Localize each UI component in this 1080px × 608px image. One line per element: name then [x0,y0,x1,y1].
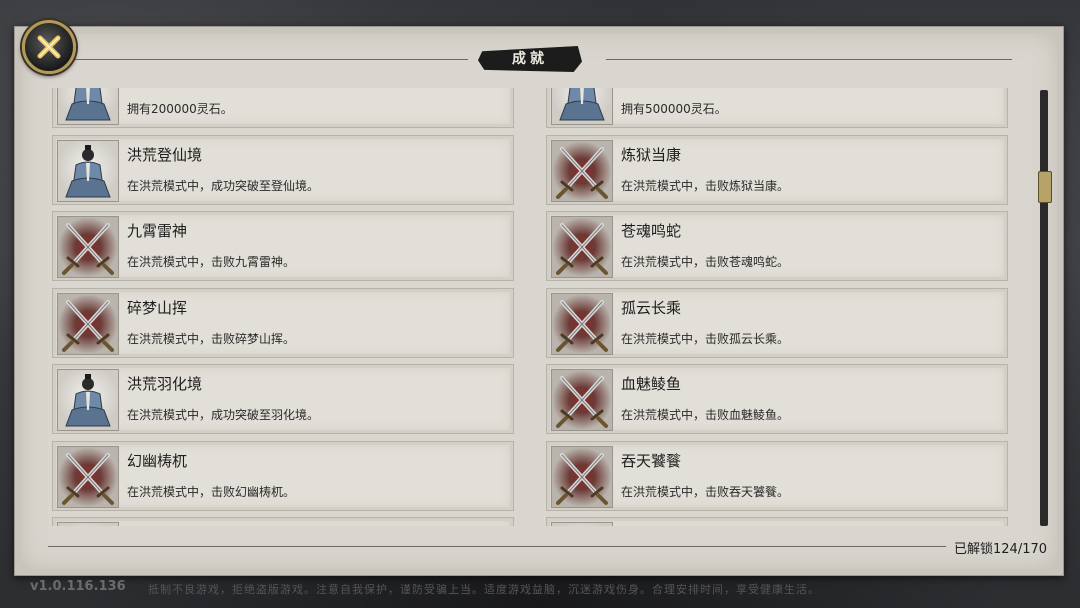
achievement-card-left-3[interactable]: 碎梦山挥在洪荒模式中，击败碎梦山挥。 [52,287,514,358]
close-button[interactable] [22,20,76,74]
achievement-description: 在洪荒模式中，成功突破至登仙境。 [127,178,320,193]
achievement-card-right-2[interactable]: 苍魂鸣蛇在洪荒模式中，击败苍魂鸣蛇。 [546,211,1008,281]
achievement-column-right: 拥有500000灵石。 炼狱当康 在洪荒模式中，击败炼狱当康。 苍魂鸣蛇 在洪荒模式… [546,88,1008,526]
version-label: v1.0.116.136 [30,579,126,594]
cultivator-portrait-icon [57,369,119,431]
achievement-description: 在洪荒模式中，击败碎梦山挥。 [127,331,296,346]
achievement-title: 洪荒羽化境 [127,375,203,393]
achievement-card-left-6[interactable]: 桀骜不驯 [52,517,514,526]
crossed-swords-icon [57,216,119,278]
achievement-title: 幻幽梼杌 [127,451,188,470]
achievement-title: 洪荒登仙境 [127,145,203,164]
crossed-swords-icon [551,445,613,508]
achievement-title: 碎梦山挥 [127,298,188,317]
achievement-card-left-2[interactable]: 九霄雷神在洪荒模式中，击败九霄雷神。 [52,211,514,281]
achievement-card-right-3[interactable]: 孤云长乘在洪荒模式中，击败孤云长乘。 [546,287,1008,358]
crossed-swords-icon [551,369,613,431]
achievement-description: 在洪荒模式中，击败苍魂鸣蛇。 [621,255,790,269]
crossed-swords-icon [57,292,119,355]
crossed-swords-icon [551,292,613,355]
crossed-swords-icon [551,216,613,278]
title-divider-left [68,59,468,60]
achievement-title: 炼狱当康 [621,145,682,164]
health-notice: 抵制不良游戏，拒绝盗版游戏。注意自我保护，谨防受骗上当。适度游戏益脑，沉迷游戏伤… [148,583,820,596]
achievement-column-left: 拥有200000灵石。 洪荒登仙境 在洪荒模式中，成功突破至登仙境。 九霄雷神 在洪… [52,88,514,526]
achievement-description: 在洪荒模式中，击败孤云长乘。 [621,331,790,346]
achievement-title: 血魅鲮鱼 [621,375,682,393]
achievement-description: 在洪荒模式中，成功突破至羽化境。 [127,408,320,422]
achievement-card-left-1[interactable]: 洪荒登仙境在洪荒模式中，成功突破至登仙境。 [52,134,514,205]
cultivator-portrait-icon [57,88,119,125]
cultivator-portrait-icon [551,522,613,526]
scrollbar-thumb[interactable] [1038,171,1052,204]
achievement-description: 在洪荒模式中，击败幻幽梼杌。 [127,484,296,499]
achievement-card-right-4[interactable]: 血魅鲮鱼在洪荒模式中，击败血魅鲮鱼。 [546,364,1008,434]
achievement-card-right-6[interactable]: 仙路坦途 [546,517,1008,526]
achievement-card-left-5[interactable]: 幻幽梼杌在洪荒模式中，击败幻幽梼杌。 [52,440,514,511]
achievement-card-left-4[interactable]: 洪荒羽化境在洪荒模式中，成功突破至羽化境。 [52,364,514,434]
achievement-title: 苍魂鸣蛇 [621,222,682,240]
title-divider-right [606,59,1012,60]
achievement-card-left-0[interactable]: 拥有200000灵石。 [52,88,514,128]
scrollbar-track[interactable] [1040,90,1048,526]
achievement-title: 吞天饕餮 [621,451,682,470]
achievement-description: 在洪荒模式中，击败血魅鲮鱼。 [621,408,790,422]
achievement-description: 在洪荒模式中，击败吞天饕餮。 [621,484,790,499]
crossed-swords-icon [57,445,119,508]
achievement-card-right-5[interactable]: 吞天饕餮在洪荒模式中，击败吞天饕餮。 [546,440,1008,511]
cultivator-portrait-icon [551,88,613,125]
achievement-title: 九霄雷神 [127,222,188,240]
crossed-swords-icon [551,139,613,202]
achievement-description: 在洪荒模式中，击败九霄雷神。 [127,255,296,269]
footer-divider [48,546,946,547]
achievement-title: 孤云长乘 [621,298,682,317]
achievement-description: 拥有200000灵石。 [127,102,233,116]
unlock-progress: 已解锁124/170 [954,542,1048,557]
achievement-list[interactable]: 拥有200000灵石。 洪荒登仙境 在洪荒模式中，成功突破至登仙境。 九霄雷神 在洪… [52,88,1012,526]
achievement-card-right-0[interactable]: 拥有500000灵石。 [546,88,1008,128]
achievement-description: 拥有500000灵石。 [621,102,727,116]
cultivator-portrait-icon [57,522,119,526]
achievement-card-right-1[interactable]: 炼狱当康在洪荒模式中，击败炼狱当康。 [546,134,1008,205]
cultivator-portrait-icon [57,139,119,202]
achievement-description: 在洪荒模式中，击败炼狱当康。 [621,178,790,193]
close-icon [37,35,61,59]
